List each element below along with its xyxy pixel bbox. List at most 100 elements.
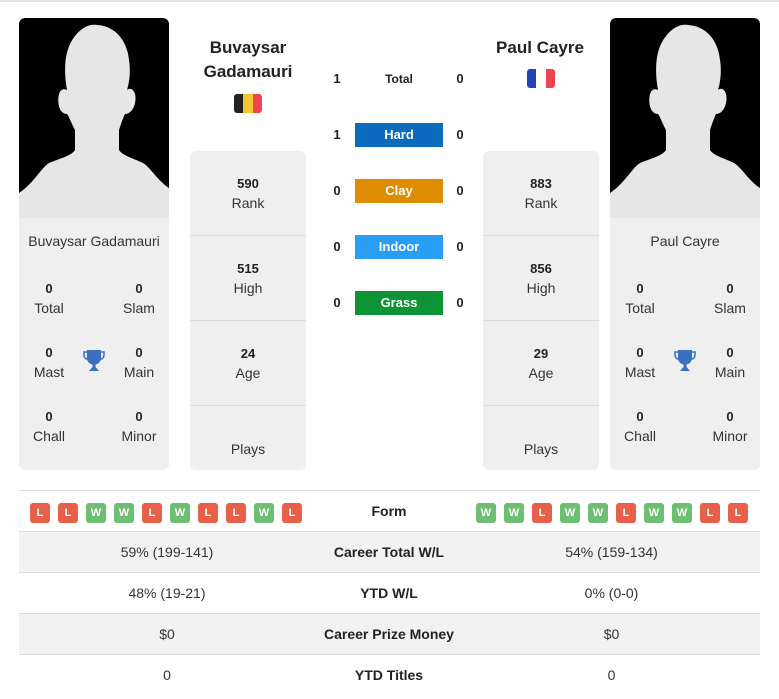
player2-card: Paul Cayre 0 Total 0 Slam 0 Mast 0 Main … bbox=[610, 18, 760, 470]
player1-value: $0 bbox=[159, 626, 175, 642]
form-win-badge[interactable]: W bbox=[254, 503, 274, 523]
player1-titles-main: 0 Main bbox=[109, 344, 169, 382]
player2-titles-minor: 0 Minor bbox=[700, 408, 760, 446]
player1-h2h-clay: 0 bbox=[333, 183, 341, 198]
table-row: 0 YTD Titles 0 bbox=[19, 654, 760, 695]
surface-indoor-button[interactable]: Indoor bbox=[355, 235, 443, 259]
flag-stripe bbox=[243, 94, 253, 113]
player1-last-name: Gadamauri bbox=[203, 62, 293, 81]
value: 515 bbox=[237, 260, 259, 276]
player2-value: 0 bbox=[607, 667, 616, 683]
h2h-total-label: Total bbox=[385, 72, 413, 86]
player1-titles-total: 0 Total bbox=[19, 280, 79, 318]
form-loss-badge[interactable]: L bbox=[198, 503, 218, 523]
label: Slam bbox=[123, 300, 155, 316]
value: 29 bbox=[533, 345, 549, 361]
value: 0 bbox=[45, 281, 53, 296]
form-win-badge[interactable]: W bbox=[114, 503, 134, 523]
player2-titles-main: 0 Main bbox=[700, 344, 760, 382]
label: Mast bbox=[624, 364, 656, 380]
player1-h2h-indoor: 0 bbox=[333, 239, 341, 254]
player2-plays: Plays bbox=[483, 406, 599, 470]
label: Total bbox=[34, 300, 64, 316]
player2-high: 856 High bbox=[483, 236, 599, 321]
player1-photo[interactable] bbox=[19, 18, 169, 218]
label: Main bbox=[714, 364, 746, 380]
h2h-indoor-row: 0 Indoor 0 bbox=[325, 235, 475, 259]
flag-stripe bbox=[545, 69, 555, 88]
player1-heading[interactable]: Buvaysar Gadamauri bbox=[178, 36, 318, 84]
player2-h2h-total: 0 bbox=[456, 71, 464, 86]
player2-name: Paul Cayre bbox=[496, 38, 584, 57]
form-loss-badge[interactable]: L bbox=[532, 503, 552, 523]
flag-stripe bbox=[234, 94, 244, 113]
form-win-badge[interactable]: W bbox=[504, 503, 524, 523]
trophy-icon bbox=[674, 350, 696, 371]
player1-titles-chall: 0 Chall bbox=[19, 408, 79, 446]
form-win-badge[interactable]: W bbox=[86, 503, 106, 523]
row-label: YTD Titles bbox=[354, 667, 424, 683]
label: Chall bbox=[624, 428, 656, 444]
belgium-flag-icon bbox=[234, 94, 262, 113]
player2-h2h-indoor: 0 bbox=[456, 239, 464, 254]
flag-stripe bbox=[536, 69, 546, 88]
value: 0 bbox=[45, 345, 53, 360]
player1-titles-slam: 0 Slam bbox=[109, 280, 169, 318]
form-loss-badge[interactable]: L bbox=[616, 503, 636, 523]
surface-grass-button[interactable]: Grass bbox=[355, 291, 443, 315]
player1-h2h-grass: 0 bbox=[333, 295, 341, 310]
player1-stats: 590 Rank 515 High 24 Age Plays bbox=[190, 151, 306, 470]
value: 0 bbox=[135, 281, 143, 296]
surface-hard-button[interactable]: Hard bbox=[355, 123, 443, 147]
player1-card: Buvaysar Gadamauri 0 Total 0 Slam 0 Mast… bbox=[19, 18, 169, 470]
player2-titles-total: 0 Total bbox=[610, 280, 670, 318]
player1-h2h-total: 1 bbox=[333, 71, 341, 86]
player2-value: 54% (159-134) bbox=[565, 544, 658, 560]
surface-clay-button[interactable]: Clay bbox=[355, 179, 443, 203]
label: High bbox=[233, 279, 263, 296]
table-row: 48% (19-21) YTD W/L 0% (0-0) bbox=[19, 572, 760, 613]
h2h-grass-row: 0 Grass 0 bbox=[325, 291, 475, 315]
form-win-badge[interactable]: W bbox=[170, 503, 190, 523]
form-loss-badge[interactable]: L bbox=[58, 503, 78, 523]
table-row: $0 Career Prize Money $0 bbox=[19, 613, 760, 654]
player1-full-name[interactable]: Buvaysar Gadamauri bbox=[19, 233, 169, 249]
value: 0 bbox=[135, 409, 143, 424]
form-win-badge[interactable]: W bbox=[588, 503, 608, 523]
form-loss-badge[interactable]: L bbox=[728, 503, 748, 523]
value: 590 bbox=[237, 175, 259, 191]
player2-value: 0% (0-0) bbox=[584, 585, 639, 601]
form-loss-badge[interactable]: L bbox=[226, 503, 246, 523]
form-loss-badge[interactable]: L bbox=[282, 503, 302, 523]
form-loss-badge[interactable]: L bbox=[700, 503, 720, 523]
player2-photo[interactable] bbox=[610, 18, 760, 218]
form-win-badge[interactable]: W bbox=[644, 503, 664, 523]
player2-titles-slam: 0 Slam bbox=[700, 280, 760, 318]
player2-full-name[interactable]: Paul Cayre bbox=[610, 233, 760, 249]
flag-stripe bbox=[527, 69, 537, 88]
form-win-badge[interactable]: W bbox=[560, 503, 580, 523]
form-loss-badge[interactable]: L bbox=[142, 503, 162, 523]
form-win-badge[interactable]: W bbox=[476, 503, 496, 523]
form-win-badge[interactable]: W bbox=[672, 503, 692, 523]
value: 0 bbox=[726, 281, 734, 296]
form-loss-badge[interactable]: L bbox=[30, 503, 50, 523]
h2h-clay-row: 0 Clay 0 bbox=[325, 179, 475, 203]
form-label: Form bbox=[371, 503, 407, 519]
silhouette-icon bbox=[610, 24, 760, 218]
form-row: LLWWLWLLWL Form WWLWWLWWLL bbox=[19, 490, 760, 531]
player1-age: 24 Age bbox=[190, 321, 306, 406]
player2-heading[interactable]: Paul Cayre bbox=[470, 36, 610, 60]
flag-stripe bbox=[252, 94, 262, 113]
value: 0 bbox=[636, 281, 644, 296]
comparison-table: LLWWLWLLWL Form WWLWWLWWLL 59% (199-141)… bbox=[19, 490, 760, 695]
player1-h2h-hard: 1 bbox=[333, 127, 341, 142]
player1-value: 48% (19-21) bbox=[128, 585, 206, 601]
player2-value: $0 bbox=[603, 626, 620, 642]
label: Mast bbox=[33, 364, 65, 380]
label: Total bbox=[625, 300, 655, 316]
player1-form: LLWWLWLLWL bbox=[30, 503, 302, 523]
player1-high: 515 High bbox=[190, 236, 306, 321]
label: Plays bbox=[523, 440, 559, 457]
silhouette-icon bbox=[19, 24, 169, 218]
